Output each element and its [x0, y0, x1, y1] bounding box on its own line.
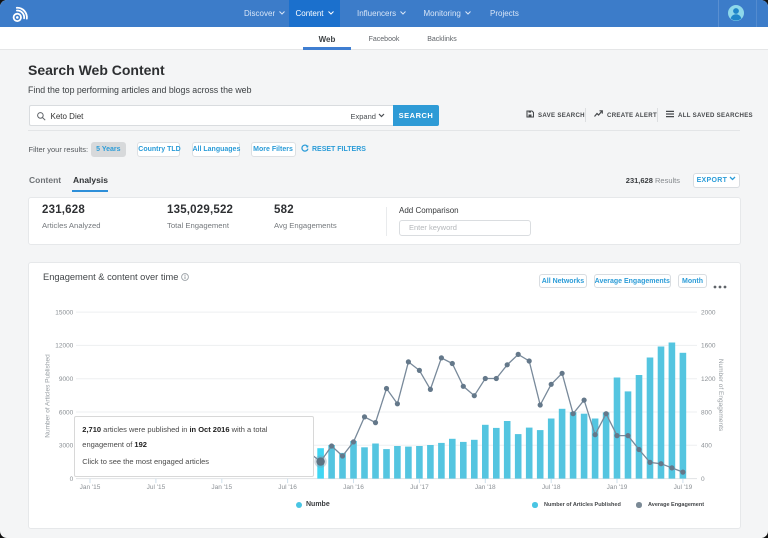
svg-text:Jul '15: Jul '15 — [147, 484, 166, 491]
svg-text:1600: 1600 — [701, 343, 716, 350]
svg-text:Jul '17: Jul '17 — [410, 484, 429, 491]
svg-text:1200: 1200 — [701, 376, 716, 383]
svg-text:15000: 15000 — [55, 309, 73, 316]
svg-text:6000: 6000 — [59, 409, 74, 416]
svg-text:Jan '15: Jan '15 — [211, 484, 232, 491]
svg-text:3000: 3000 — [59, 443, 74, 450]
svg-text:Jul '18: Jul '18 — [542, 484, 561, 491]
svg-text:Number of Articles Published: Number of Articles Published — [45, 354, 52, 438]
svg-text:Jan '18: Jan '18 — [475, 484, 496, 491]
svg-text:2000: 2000 — [701, 309, 716, 316]
svg-text:0: 0 — [701, 476, 705, 483]
svg-text:Number of Engagements: Number of Engagements — [717, 359, 724, 432]
svg-text:Jan '16: Jan '16 — [343, 484, 364, 491]
svg-text:Jan '15: Jan '15 — [80, 484, 101, 491]
svg-text:9000: 9000 — [59, 376, 74, 383]
svg-text:800: 800 — [701, 409, 712, 416]
svg-text:0: 0 — [70, 476, 74, 483]
svg-text:Jul '19: Jul '19 — [674, 484, 693, 491]
svg-text:Jan '19: Jan '19 — [607, 484, 628, 491]
svg-text:Jul '16: Jul '16 — [278, 484, 297, 491]
svg-text:12000: 12000 — [55, 343, 73, 350]
svg-text:400: 400 — [701, 443, 712, 450]
